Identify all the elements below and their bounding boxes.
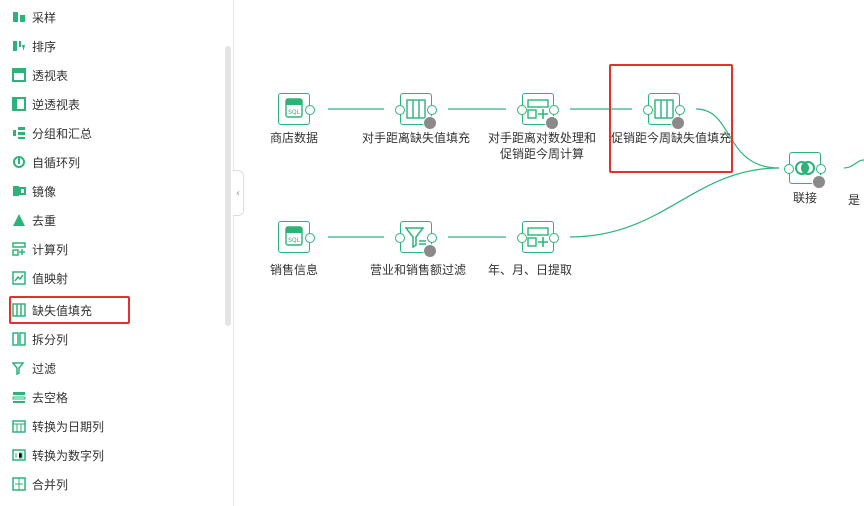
filter-icon xyxy=(11,361,26,376)
svg-text:SQL: SQL xyxy=(288,109,301,116)
sidebar-item-mirror[interactable]: 镜像 xyxy=(12,180,56,202)
sidebar-item-label: 去空格 xyxy=(32,390,69,405)
sidebar-item-to-number[interactable]: 转换为数字列 xyxy=(12,444,104,466)
sidebar-item-label: 合并列 xyxy=(32,477,69,492)
sidebar-item-label: 排序 xyxy=(32,39,57,54)
node-label: 商店数据 xyxy=(269,131,318,145)
sidebar-item-label: 透视表 xyxy=(32,68,69,83)
output-port[interactable] xyxy=(305,105,315,115)
input-port[interactable] xyxy=(517,105,527,115)
gear-icon[interactable] xyxy=(812,175,826,189)
missing-fill-icon xyxy=(12,303,26,317)
collapse-sidebar-handle[interactable]: ‹ xyxy=(233,170,244,216)
output-port[interactable] xyxy=(549,233,559,243)
gear-icon[interactable] xyxy=(423,116,437,130)
output-port[interactable] xyxy=(816,164,826,174)
sidebar-item-label: 逆透视表 xyxy=(32,97,81,112)
sidebar-item-label: 值映射 xyxy=(32,271,69,286)
value-map-icon xyxy=(12,271,26,285)
sidebar-item-sort[interactable]: 排序 xyxy=(12,35,56,57)
sidebar-item-unpivot[interactable]: 逆透视表 xyxy=(12,93,80,115)
sort-icon xyxy=(12,39,26,53)
unpivot-icon xyxy=(12,97,26,111)
output-port[interactable] xyxy=(305,233,315,243)
flow-node-date-extract[interactable] xyxy=(517,221,559,253)
flow-canvas[interactable]: SQL 商店数据 对手距离缺失值填充 对手距离对数处理和促销距今周计算 促销距今… xyxy=(244,0,864,506)
self-loop-icon xyxy=(12,155,26,169)
input-port[interactable] xyxy=(643,105,653,115)
svg-text:SQL: SQL xyxy=(288,237,301,244)
sidebar-item-trim[interactable]: 去空格 xyxy=(12,386,68,408)
output-port[interactable] xyxy=(427,105,437,115)
node-label: 联接 xyxy=(792,191,817,205)
output-port[interactable] xyxy=(675,105,685,115)
sidebar-item-split-column[interactable]: 拆分列 xyxy=(12,328,68,350)
flow-node-sales-info[interactable]: SQL xyxy=(278,221,315,253)
calc-column-icon xyxy=(12,242,26,256)
pivot-icon xyxy=(12,68,26,82)
input-port[interactable] xyxy=(395,233,405,243)
sidebar-item-label: 过滤 xyxy=(32,361,57,376)
node-label: 销售信息 xyxy=(269,263,318,277)
sidebar-item-pivot[interactable]: 透视表 xyxy=(12,64,68,86)
edge-join-out xyxy=(843,159,864,169)
to-number-icon xyxy=(12,448,26,462)
flow-node-sales-filter[interactable] xyxy=(395,221,437,258)
sidebar-item-label: 计算列 xyxy=(32,242,69,257)
to-date-icon xyxy=(12,419,26,433)
sidebar-item-label: 去重 xyxy=(32,213,57,228)
output-port[interactable] xyxy=(427,233,437,243)
split-column-icon xyxy=(12,332,26,346)
connection-lines xyxy=(328,108,864,238)
flow-node-competitor-distance-fill[interactable] xyxy=(395,93,437,130)
sidebar-item-label: 拆分列 xyxy=(32,332,69,347)
operator-sidebar: 采样 排序 透视表 逆透视表 分组和汇总 自循环列 镜像 去重 计算列 值映射 … xyxy=(0,0,234,506)
dedupe-icon xyxy=(12,213,26,227)
gear-icon[interactable] xyxy=(423,244,437,258)
input-port[interactable] xyxy=(784,164,794,174)
sidebar-item-merge-column[interactable]: 合并列 xyxy=(12,473,68,495)
sidebar-item-dedupe[interactable]: 去重 xyxy=(12,209,56,231)
sidebar-item-label: 镜像 xyxy=(32,184,57,199)
sidebar-item-label: 转换为日期列 xyxy=(32,419,105,434)
node-label: 对手距离对数处理和促销距今周计算 xyxy=(487,131,596,161)
chevron-left-icon: ‹ xyxy=(236,187,240,199)
sidebar-item-calc-column[interactable]: 计算列 xyxy=(12,238,68,260)
sidebar-item-group-summary[interactable]: 分组和汇总 xyxy=(12,122,92,144)
gear-icon[interactable] xyxy=(545,116,559,130)
node-label: 对手距离缺失值填充 xyxy=(361,131,470,145)
sidebar-item-label: 分组和汇总 xyxy=(32,126,93,141)
node-label: 年、月、日提取 xyxy=(487,263,572,277)
input-port[interactable] xyxy=(517,233,527,243)
output-port[interactable] xyxy=(549,105,559,115)
trim-icon xyxy=(12,390,26,404)
sidebar-item-filter[interactable]: 过滤 xyxy=(11,357,57,379)
merge-column-icon xyxy=(12,477,26,491)
sidebar-item-label: 缺失值填充 xyxy=(32,303,93,318)
gear-icon[interactable] xyxy=(671,116,685,130)
sidebar-item-label: 采样 xyxy=(32,10,57,25)
edge-extract-to-join xyxy=(569,167,780,238)
sampling-icon xyxy=(12,10,26,24)
node-label-partial: 是 xyxy=(848,193,861,207)
sidebar-item-sampling[interactable]: 采样 xyxy=(12,6,56,28)
sidebar-item-missing-fill[interactable]: 缺失值填充 xyxy=(12,299,92,321)
flow-node-promo-week-fill[interactable] xyxy=(643,93,685,130)
flow-node-log-and-week-calc[interactable] xyxy=(517,93,559,130)
sidebar-scrollbar[interactable] xyxy=(225,46,231,326)
sidebar-item-label: 转换为数字列 xyxy=(32,448,105,463)
flow-node-join[interactable] xyxy=(784,152,826,189)
node-label: 促销距今周缺失值填充 xyxy=(611,131,732,145)
sidebar-item-label: 自循环列 xyxy=(32,155,81,170)
flow-node-store-data[interactable]: SQL xyxy=(278,93,315,125)
group-summary-icon xyxy=(12,126,26,140)
sidebar-item-value-map[interactable]: 值映射 xyxy=(12,267,68,289)
sidebar-item-to-date[interactable]: 转换为日期列 xyxy=(12,415,104,437)
sidebar-item-self-loop[interactable]: 自循环列 xyxy=(12,151,80,173)
input-port[interactable] xyxy=(395,105,405,115)
node-label: 营业和销售额过滤 xyxy=(369,263,466,277)
mirror-icon xyxy=(12,184,26,198)
